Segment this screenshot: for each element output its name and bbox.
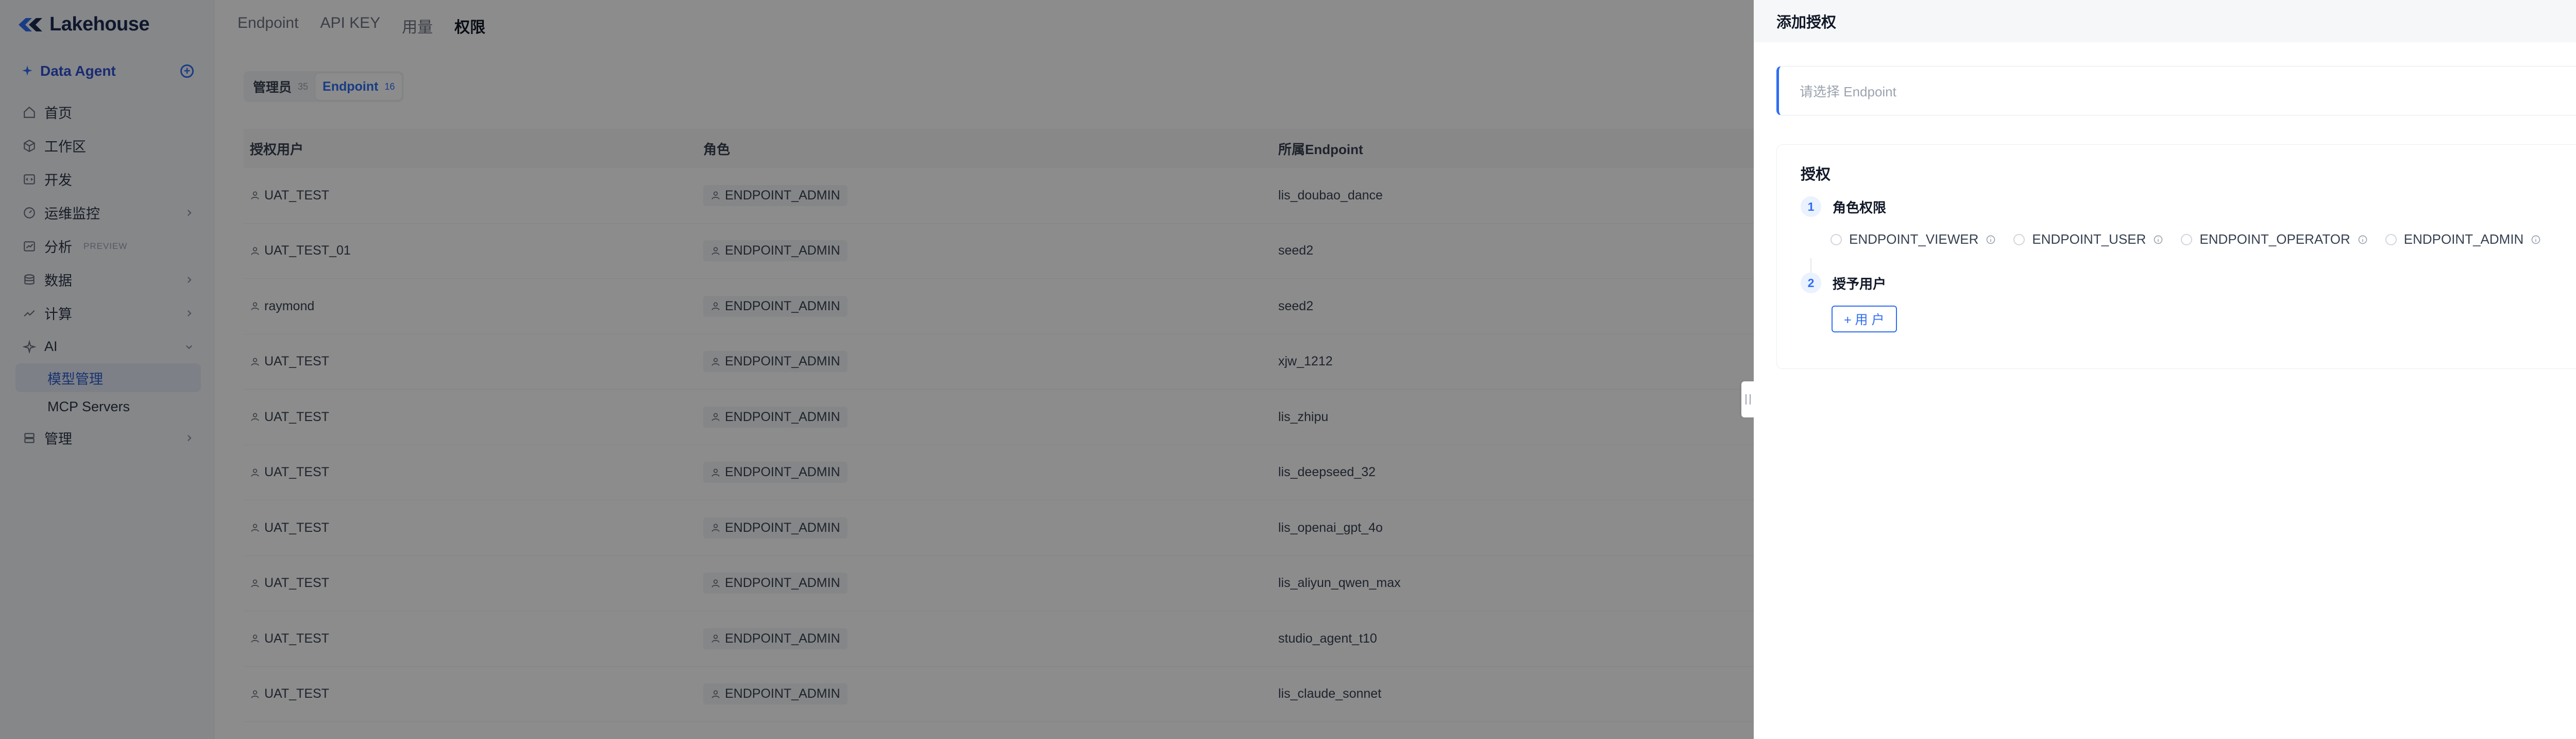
info-icon[interactable]	[1986, 234, 1996, 245]
drawer-title: 添加授权	[1776, 14, 1837, 31]
step-label: 授予用户	[1833, 276, 1887, 292]
add-permission-drawer: 添加授权 请选择 Endpoint 授权 1 角色权限 ENDPOINT_VIE…	[1754, 0, 2576, 739]
endpoint-select-placeholder: 请选择 Endpoint	[1800, 83, 1896, 99]
step-grant-user: 2 授予用户	[1801, 273, 1886, 293]
role-option-admin[interactable]: ENDPOINT_ADMIN	[2385, 231, 2541, 247]
role-options: ENDPOINT_VIEWER ENDPOINT_USER ENDPOINT_O…	[1831, 231, 2541, 247]
role-label: ENDPOINT_VIEWER	[1849, 231, 1979, 247]
step-number: 1	[1801, 196, 1821, 217]
drawer-header: 添加授权	[1754, 0, 2576, 42]
authorization-card: 授权 1 角色权限 ENDPOINT_VIEWER ENDPOINT_USER …	[1776, 144, 2576, 369]
role-option-operator[interactable]: ENDPOINT_OPERATOR	[2181, 231, 2367, 247]
role-label: ENDPOINT_OPERATOR	[2199, 231, 2350, 247]
step-number: 2	[1801, 273, 1821, 293]
radio[interactable]	[1831, 233, 1842, 245]
authorization-title: 授权	[1801, 166, 1831, 183]
radio[interactable]	[2013, 233, 2025, 245]
role-option-user[interactable]: ENDPOINT_USER	[2013, 231, 2163, 247]
drawer-resize-handle[interactable]	[1741, 381, 1755, 417]
radio[interactable]	[2181, 233, 2193, 245]
info-icon[interactable]	[2153, 234, 2163, 245]
endpoint-select[interactable]: 请选择 Endpoint	[1776, 66, 2576, 115]
info-icon[interactable]	[2531, 234, 2541, 245]
role-label: ENDPOINT_ADMIN	[2403, 231, 2524, 247]
role-option-viewer[interactable]: ENDPOINT_VIEWER	[1831, 231, 1996, 247]
add-user-button[interactable]: + 用 户	[1832, 306, 1897, 332]
role-label: ENDPOINT_USER	[2032, 231, 2146, 247]
modal-overlay[interactable]	[0, 0, 1754, 739]
step-label: 角色权限	[1833, 199, 1887, 215]
info-icon[interactable]	[2358, 234, 2368, 245]
radio[interactable]	[2385, 233, 2397, 245]
step-role-permission: 1 角色权限	[1801, 196, 1886, 217]
